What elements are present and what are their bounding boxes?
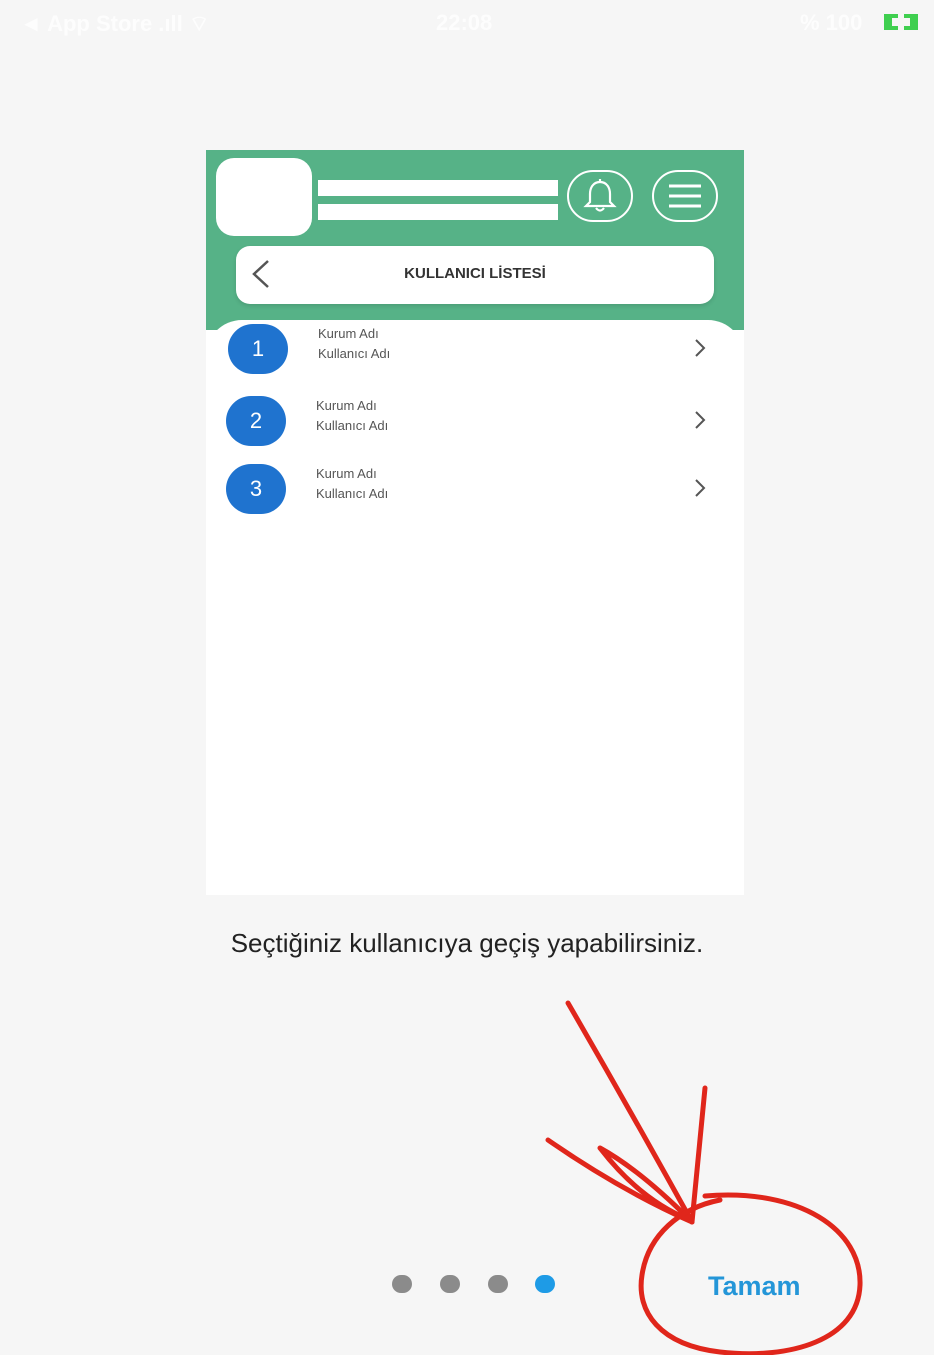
item-user-name: Kullanıcı Adı <box>316 418 389 433</box>
preview-subtitle-placeholder <box>318 204 558 220</box>
chevron-right-icon <box>695 411 706 429</box>
preview-page-title: KULLANICI LİSTESİ <box>404 265 546 282</box>
item-number-badge: 1 <box>228 324 288 374</box>
status-carrier: ◄ App Store .ıll ⌔ <box>20 11 210 36</box>
item-user-name: Kullanıcı Adı <box>316 486 389 501</box>
item-number-badge: 3 <box>226 464 286 514</box>
page-dot-4-active[interactable] <box>535 1275 555 1293</box>
page-dot-2[interactable] <box>440 1275 460 1293</box>
page-dot-3[interactable] <box>488 1275 508 1293</box>
item-institution-name: Kurum Adı <box>316 466 377 481</box>
annotation-loop <box>597 1145 693 1223</box>
page-indicator[interactable] <box>392 1275 562 1295</box>
annotation-arrow-head-1 <box>689 1085 708 1225</box>
preview-bell-button <box>567 170 633 222</box>
status-battery-percent: % 100 <box>800 10 863 35</box>
item-user-name: Kullanıcı Adı <box>318 346 391 361</box>
list-item: 1 Kurum Adı Kullanıcı Adı <box>206 320 744 380</box>
done-button[interactable]: Tamam <box>708 1266 828 1306</box>
chevron-right-icon <box>695 479 706 497</box>
chevron-right-icon <box>695 339 706 357</box>
onboarding-caption: Seçtiğiniz kullanıcıya geçiş yapabilirsi… <box>230 928 704 958</box>
preview-logo-placeholder <box>216 158 312 236</box>
hamburger-menu-icon <box>669 184 701 208</box>
preview-title-card: KULLANICI LİSTESİ <box>236 246 714 304</box>
item-institution-name: Kurum Adı <box>318 326 379 341</box>
preview-menu-button <box>652 170 718 222</box>
status-bar: ◄ App Store .ıll ⌔ 22:08 % 100 <box>0 0 934 44</box>
annotation-arrow-head-2 <box>545 1137 695 1225</box>
status-time: 22:08 <box>436 10 493 35</box>
item-number-badge: 2 <box>226 396 286 446</box>
bell-icon <box>583 179 617 212</box>
list-item: 3 Kurum Adı Kullanıcı Adı <box>206 460 744 520</box>
battery-icon <box>884 14 918 30</box>
preview-title-placeholder <box>318 180 558 196</box>
page-dot-1[interactable] <box>392 1275 412 1293</box>
list-item: 2 Kurum Adı Kullanıcı Adı <box>206 392 744 452</box>
annotation-arrow-line <box>565 1000 695 1225</box>
item-institution-name: Kurum Adı <box>316 398 377 413</box>
tutorial-preview-image: KULLANICI LİSTESİ 1 Kurum Adı Kullanıcı … <box>206 150 744 895</box>
